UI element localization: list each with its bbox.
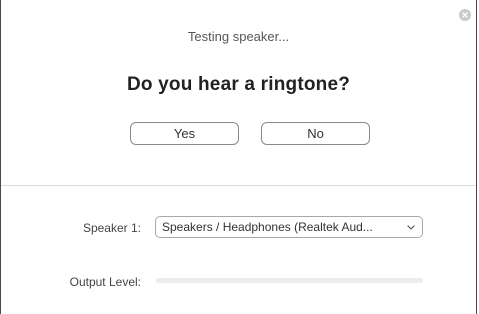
divider	[1, 185, 476, 186]
chevron-down-icon	[400, 224, 422, 230]
output-level-label: Output Level:	[69, 275, 141, 289]
close-icon	[462, 12, 468, 18]
question-heading: Do you hear a ringtone?	[126, 74, 351, 95]
output-level-meter	[156, 278, 423, 283]
status-text: Testing speaker...	[187, 29, 290, 44]
close-button[interactable]	[459, 9, 471, 21]
yes-button[interactable]: Yes	[130, 122, 239, 145]
speaker-label: Speaker 1:	[82, 221, 141, 235]
speaker-select[interactable]: Speakers / Headphones (Realtek Aud...	[155, 216, 423, 238]
speaker-test-dialog: Testing speaker... Do you hear a rington…	[0, 0, 477, 314]
speaker-select-value: Speakers / Headphones (Realtek Aud...	[162, 220, 373, 234]
no-button[interactable]: No	[261, 122, 370, 145]
